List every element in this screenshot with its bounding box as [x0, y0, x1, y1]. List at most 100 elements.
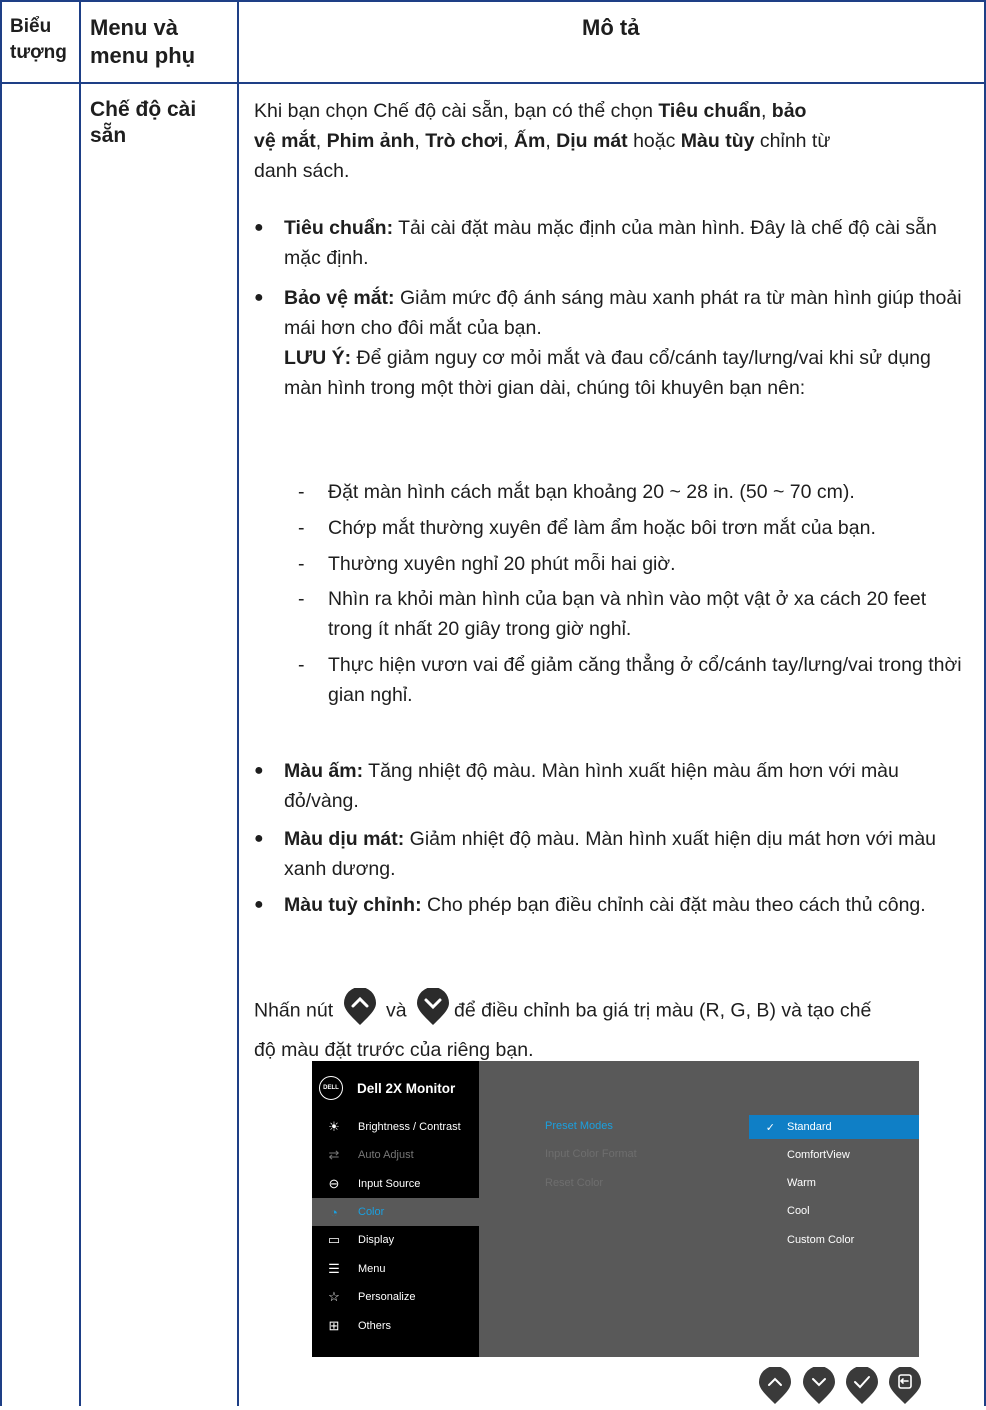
intro-b6: Dịu mát	[556, 130, 628, 152]
bullet-warm: ● Màu ấm: Tăng nhiệt độ màu. Màn hình xu…	[254, 756, 970, 816]
auto-adjust-icon: ⇄	[328, 1147, 340, 1162]
tip-text: Nhìn ra khỏi màn hình của bạn và nhìn và…	[328, 588, 927, 640]
intro-b2: bảo	[771, 100, 807, 122]
intro-b7: Màu tùy	[680, 130, 755, 152]
osd-title: Dell 2X Monitor	[357, 1080, 456, 1096]
intro-t2: ,	[760, 100, 772, 122]
dell-logo: DELL	[319, 1076, 343, 1100]
intro-b4: Trò chơi	[425, 130, 504, 152]
press-t1: Nhấn nút	[254, 999, 334, 1022]
osd-menu-color[interactable]: ◔ Color	[312, 1198, 479, 1226]
osd-menu-label: Others	[358, 1320, 392, 1332]
tip-text: Đặt màn hình cách mắt bạn khoảng 20 ~ 28…	[328, 481, 855, 503]
down-button-icon	[416, 987, 450, 1035]
osd-menu-screenshot: DELL Dell 2X Monitor ☀ Brightness / Cont…	[312, 1061, 919, 1357]
tip-dash: -	[298, 654, 305, 676]
intro-t3: ,	[315, 130, 327, 152]
table-divider-1	[79, 0, 81, 1406]
intro-t5: ,	[503, 130, 514, 152]
osd-option-label: Standard	[787, 1121, 832, 1133]
osd-menu-label: Personalize	[358, 1291, 416, 1303]
color-icon: ◔	[330, 1204, 338, 1220]
intro-line1: Khi bạn chọn Chế độ cài sẵn, bạn có thể …	[254, 96, 974, 126]
tip-text: Chớp mắt thường xuyên để làm ẩm hoặc bôi…	[328, 517, 876, 539]
up-nav-button[interactable]	[758, 1366, 792, 1410]
bullet-warm-label: Màu ấm:	[284, 760, 364, 782]
osd-option-comfortview[interactable]: ComfortView	[749, 1143, 919, 1167]
checkmark-icon	[846, 1366, 878, 1404]
header-icon-col-line1: Biểu	[10, 16, 52, 37]
osd-option-cool[interactable]: Cool	[749, 1199, 919, 1223]
menu-name-line2: sẵn	[90, 124, 127, 147]
tip-text: Thực hiện vươn vai để giảm căng thẳng ở …	[328, 654, 962, 706]
bullet-eye-protect-label: Bảo vệ mắt:	[284, 287, 395, 309]
table-border-left	[0, 0, 2, 1406]
document-table: Biểu tượng Menu và menu phụ Mô tả Chế độ…	[0, 0, 986, 1406]
intro-t4: ,	[414, 130, 426, 152]
header-menu-col-line1: Menu và	[90, 15, 179, 40]
bullet-glyph: ●	[254, 219, 264, 236]
bullet-cool-text: Màu dịu mát: Giảm nhiệt độ màu. Màn hình…	[284, 824, 974, 884]
bullet-warm-text: Màu ấm: Tăng nhiệt độ màu. Màn hình xuất…	[284, 756, 974, 816]
back-nav-button[interactable]	[888, 1366, 922, 1410]
osd-sub-reset-color[interactable]: Reset Color	[545, 1177, 603, 1189]
back-arrow-icon	[889, 1366, 921, 1404]
intro-b3: Phim ảnh	[326, 130, 415, 152]
tip-dash: -	[298, 517, 305, 539]
bullet-standard-text: Tiêu chuẩn: Tải cài đặt màu mặc định của…	[284, 213, 974, 273]
intro-t8: chỉnh từ	[754, 130, 831, 152]
press-line1: Nhấn nút và để điều chỉnh ba giá trị màu…	[254, 987, 974, 1035]
intro-line2: vệ mắt, Phim ảnh, Trò chơi, Ấm, Dịu mát …	[254, 126, 974, 156]
osd-sub-input-color-format[interactable]: Input Color Format	[545, 1148, 637, 1160]
intro-b1: Tiêu chuẩn	[658, 100, 761, 122]
osd-title-row: DELL Dell 2X Monitor	[319, 1075, 455, 1101]
confirm-nav-button[interactable]	[845, 1366, 879, 1410]
osd-menu-others[interactable]: ⊞ Others	[312, 1312, 479, 1340]
tip-dash: -	[298, 481, 305, 503]
osd-sub-preset-modes[interactable]: Preset Modes	[545, 1120, 613, 1132]
down-nav-button[interactable]	[802, 1366, 836, 1410]
bullet-glyph: ●	[254, 762, 264, 779]
chevron-down-icon	[803, 1366, 835, 1404]
tip-dash: -	[298, 553, 305, 575]
intro-line3: danh sách.	[254, 160, 350, 182]
osd-menu-label: Input Source	[358, 1178, 421, 1190]
osd-menu-input-source[interactable]: ⊖ Input Source	[312, 1170, 479, 1198]
up-button-icon	[343, 987, 377, 1035]
press-t3: để điều chỉnh ba giá trị màu (R, G, B) v…	[454, 999, 872, 1022]
table-divider-2	[237, 0, 239, 1406]
menu-name-line1: Chế độ cài	[90, 98, 197, 121]
intro-paragraph: Khi bạn chọn Chế độ cài sẵn, bạn có thể …	[254, 96, 974, 186]
bullet-warm-body: Tăng nhiệt độ màu. Màn hình xuất hiện mà…	[284, 760, 899, 812]
osd-menu-auto-adjust[interactable]: ⇄ Auto Adjust	[312, 1141, 479, 1169]
others-icon: ⊞	[328, 1318, 340, 1333]
osd-menu-display[interactable]: ▭ Display	[312, 1226, 479, 1254]
chevron-up-icon	[759, 1366, 791, 1404]
osd-option-label: ComfortView	[787, 1149, 850, 1161]
note-label: LƯU Ý:	[284, 347, 352, 369]
bullet-glyph: ●	[254, 830, 264, 847]
header-icon-col: Biểu tượng	[10, 14, 67, 66]
osd-option-label: Custom Color	[787, 1234, 855, 1246]
osd-option-custom-color[interactable]: Custom Color	[749, 1228, 919, 1252]
intro-t1: Khi bạn chọn Chế độ cài sẵn, bạn có thể …	[254, 100, 659, 122]
osd-menu-personalize[interactable]: ☆ Personalize	[312, 1283, 479, 1311]
header-description-col: Mô tả	[582, 15, 640, 40]
intro-b2b: vệ mắt	[254, 130, 316, 152]
intro-t6: ,	[545, 130, 557, 152]
osd-option-standard[interactable]: ✓ Standard	[749, 1115, 919, 1139]
header-menu-col-line2: menu phụ	[90, 43, 196, 68]
bullet-cool: ● Màu dịu mát: Giảm nhiệt độ màu. Màn hì…	[254, 824, 970, 884]
header-icon-col-line2: tượng	[10, 42, 67, 63]
brightness-icon: ☀	[328, 1119, 340, 1134]
intro-t7: hoặc	[627, 130, 681, 152]
intro-b5: Ấm	[513, 130, 546, 152]
input-source-icon: ⊖	[328, 1176, 340, 1191]
osd-menu-menu[interactable]: ☰ Menu	[312, 1255, 479, 1283]
osd-menu-brightness-contrast[interactable]: ☀ Brightness / Contrast	[312, 1113, 479, 1141]
tip-dash: -	[298, 588, 305, 610]
press-paragraph: Nhấn nút và để điều chỉnh ba giá trị màu…	[254, 987, 974, 1065]
osd-menu-label: Display	[358, 1234, 395, 1246]
osd-menu-label: Menu	[358, 1263, 386, 1275]
osd-option-warm[interactable]: Warm	[749, 1171, 919, 1195]
